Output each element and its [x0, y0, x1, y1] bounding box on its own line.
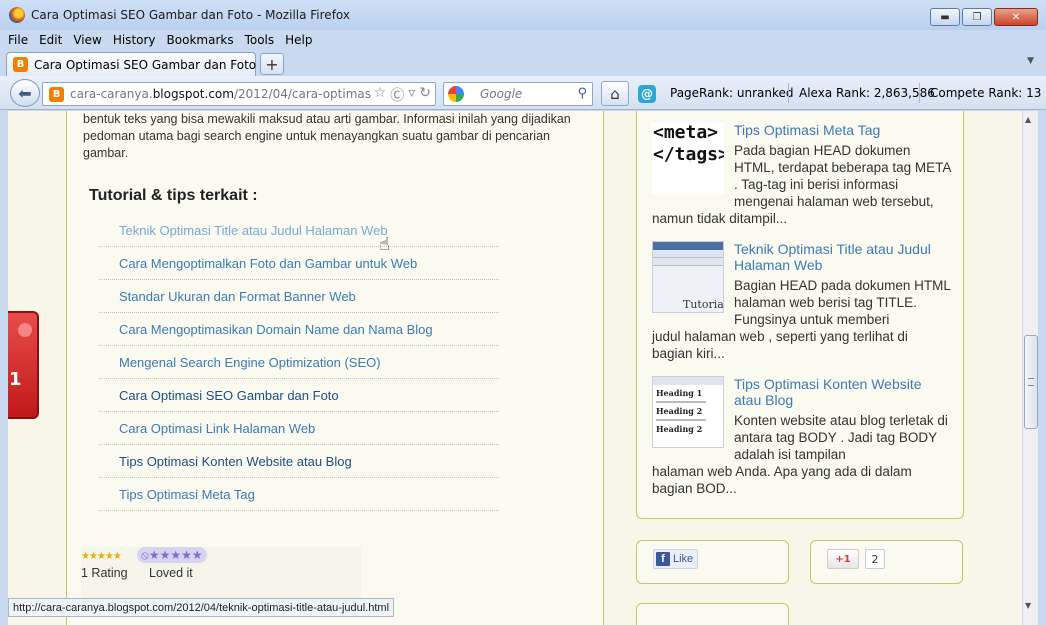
sidebar-post-snippet: Pada bagian HEAD dokumen HTML, terdapat …: [734, 143, 951, 209]
sidebar-post-snippet-end: judul halaman web , seperti yang terliha…: [652, 329, 908, 361]
sidebar-post: Tutorial Teknik Optimasi Title atau Judu…: [652, 241, 952, 362]
vertical-scrollbar[interactable]: ▲ ▼: [1022, 111, 1038, 625]
tab-list-icon[interactable]: ▼: [1027, 56, 1034, 66]
related-link[interactable]: Mengenal Search Engine Optimization (SEO…: [99, 346, 499, 379]
hand-cursor-icon: ☝: [379, 234, 390, 255]
back-arrow-icon: ⬅: [18, 83, 32, 103]
search-placeholder: Google: [480, 87, 523, 101]
loved-it-label: Loved it: [149, 566, 193, 580]
site-favicon-icon: B: [49, 86, 64, 102]
related-heading: Tutorial & tips terkait :: [89, 187, 258, 204]
tab-current[interactable]: B Cara Optimasi SEO Gambar dan Foto: [6, 52, 256, 76]
url-text: cara-caranya.blogspot.com/2012/04/cara-o…: [70, 87, 385, 101]
toolbar-separator: [919, 83, 920, 103]
url-bar[interactable]: B cara-caranya.blogspot.com/2012/04/cara…: [42, 82, 436, 106]
floating-share-button[interactable]: 1: [8, 311, 39, 419]
meta-tags-thumbnail[interactable]: <meta> </tags>: [652, 122, 724, 194]
toolbar-separator: [788, 83, 789, 103]
alexa-rank-label[interactable]: Alexa Rank: 2,863,586: [799, 86, 935, 100]
content-body-thumbnail[interactable]: Heading 1 Heading 2 Heading 2: [652, 376, 724, 448]
related-link[interactable]: Cara Optimasi SEO Gambar dan Foto: [99, 379, 499, 412]
share-heart-icon: [18, 323, 32, 337]
bookmark-star-icon[interactable]: ☆: [374, 85, 387, 105]
menu-help[interactable]: Help: [285, 33, 312, 47]
sidebar-post-title[interactable]: Tips Optimasi Meta Tag: [734, 122, 952, 138]
menu-bookmarks[interactable]: Bookmarks: [167, 33, 234, 47]
loved-it-stars[interactable]: ⦸★★★★★: [137, 547, 207, 563]
facebook-icon: f: [656, 552, 670, 566]
sidebar-post: <meta> </tags> Tips Optimasi Meta Tag Pad…: [652, 122, 952, 227]
title-bar: Cara Optimasi SEO Gambar dan Foto - Mozi…: [0, 0, 1046, 30]
home-button[interactable]: ⌂: [601, 81, 629, 106]
reload-icon[interactable]: ↻: [419, 85, 431, 105]
sidebar-post-snippet: Bagian HEAD pada dokumen HTML halaman we…: [734, 278, 951, 327]
window-frame-left: [0, 111, 8, 625]
related-link[interactable]: Cara Mengoptimasikan Domain Name dan Nam…: [99, 313, 499, 346]
related-link[interactable]: Cara Optimasi Link Halaman Web: [99, 412, 499, 445]
title-tag-thumbnail[interactable]: Tutorial: [652, 241, 724, 313]
window-title: Cara Optimasi SEO Gambar dan Foto - Mozi…: [31, 8, 350, 22]
share-widget-partial: [636, 603, 789, 625]
menu-view[interactable]: View: [73, 33, 101, 47]
menu-file[interactable]: File: [8, 33, 28, 47]
sidebar-post-snippet-end: namun tidak ditampil...: [652, 211, 788, 226]
menu-edit[interactable]: Edit: [39, 33, 62, 47]
compete-c-icon[interactable]: Ⓒ: [390, 85, 404, 105]
facebook-like-button[interactable]: f Like: [653, 549, 699, 569]
page-viewport: bentuk teks yang bisa mewakili maksud at…: [8, 111, 1022, 625]
menu-tools[interactable]: Tools: [245, 33, 275, 47]
facebook-widget: f Like: [636, 540, 789, 584]
gplus-count: 2: [865, 549, 885, 569]
addon-at-icon[interactable]: @: [638, 85, 656, 103]
scrollbar-thumb[interactable]: [1024, 335, 1038, 429]
search-icon[interactable]: ⚲: [577, 86, 587, 101]
sidebar-popular-posts: <meta> </tags> Tips Optimasi Meta Tag Pad…: [636, 111, 964, 519]
menu-history[interactable]: History: [113, 33, 156, 47]
gplus-widget: +1 2: [810, 540, 963, 584]
tab-label: Cara Optimasi SEO Gambar dan Foto: [34, 57, 257, 72]
home-icon: ⌂: [610, 84, 620, 103]
gplus-button[interactable]: +1: [827, 549, 859, 569]
sidebar-post-title[interactable]: Teknik Optimasi Title atau Judul Halaman…: [734, 241, 952, 273]
like-label: Like: [673, 553, 694, 565]
sidebar-post-snippet-end: halaman web Anda. Apa yang ada di dalam …: [652, 464, 912, 496]
menu-bar: File Edit View History Bookmarks Tools H…: [0, 30, 1046, 50]
window-frame-right: [1038, 111, 1046, 625]
navigation-bar: ⬅ B cara-caranya.blogspot.com/2012/04/ca…: [0, 76, 1046, 110]
related-links-list: Teknik Optimasi Title atau Judul Halaman…: [99, 214, 499, 511]
article-intro-text: bentuk teks yang bisa mewakili maksud at…: [83, 112, 571, 160]
compete-rank-label[interactable]: Compete Rank: 13: [930, 86, 1041, 100]
rating-widget: ★★★★★ ⦸★★★★★ 1 Rating Loved it: [81, 547, 361, 599]
status-url: http://cara-caranya.blogspot.com/2012/04…: [8, 598, 395, 617]
dropdown-arrow-icon[interactable]: ▿: [408, 85, 415, 105]
related-link[interactable]: Standar Ukuran dan Format Banner Web: [99, 280, 499, 313]
restore-button[interactable]: ❐: [962, 8, 992, 26]
article-column: bentuk teks yang bisa mewakili maksud at…: [66, 111, 604, 625]
window-controls: ▬ ❐ ✕: [930, 8, 1038, 26]
new-tab-button[interactable]: +: [260, 53, 284, 75]
sidebar-post: Heading 1 Heading 2 Heading 2 Tips Optim…: [652, 376, 952, 497]
minimize-button[interactable]: ▬: [930, 8, 960, 26]
back-button[interactable]: ⬅: [10, 79, 40, 107]
share-count: 1: [9, 369, 22, 390]
close-button[interactable]: ✕: [994, 8, 1038, 26]
scroll-up-icon[interactable]: ▲: [1025, 115, 1031, 124]
tab-bar: B Cara Optimasi SEO Gambar dan Foto + ▼: [0, 50, 1046, 76]
firefox-logo-icon: [9, 7, 25, 23]
related-link[interactable]: Teknik Optimasi Title atau Judul Halaman…: [99, 214, 499, 247]
url-actions: ☆ Ⓒ ▿ ↻: [370, 85, 431, 105]
sidebar-post-title[interactable]: Tips Optimasi Konten Website atau Blog: [734, 376, 952, 408]
sidebar-post-snippet: Konten website atau blog terletak di ant…: [734, 413, 948, 462]
related-link[interactable]: Tips Optimasi Konten Website atau Blog: [99, 445, 499, 478]
thumbnail-caption: Tutorial: [683, 298, 724, 311]
rating-stars[interactable]: ★★★★★: [81, 551, 122, 562]
rating-count: 1 Rating: [81, 566, 128, 580]
scroll-down-icon[interactable]: ▼: [1025, 601, 1031, 610]
related-link[interactable]: Tips Optimasi Meta Tag: [99, 478, 499, 511]
search-bar[interactable]: Google ⚲: [443, 82, 593, 106]
google-icon[interactable]: [448, 86, 464, 102]
pagerank-label[interactable]: PageRank: unranked: [670, 86, 794, 100]
related-link[interactable]: Cara Mengoptimalkan Foto dan Gambar untu…: [99, 247, 499, 280]
blogger-icon: B: [13, 57, 28, 72]
